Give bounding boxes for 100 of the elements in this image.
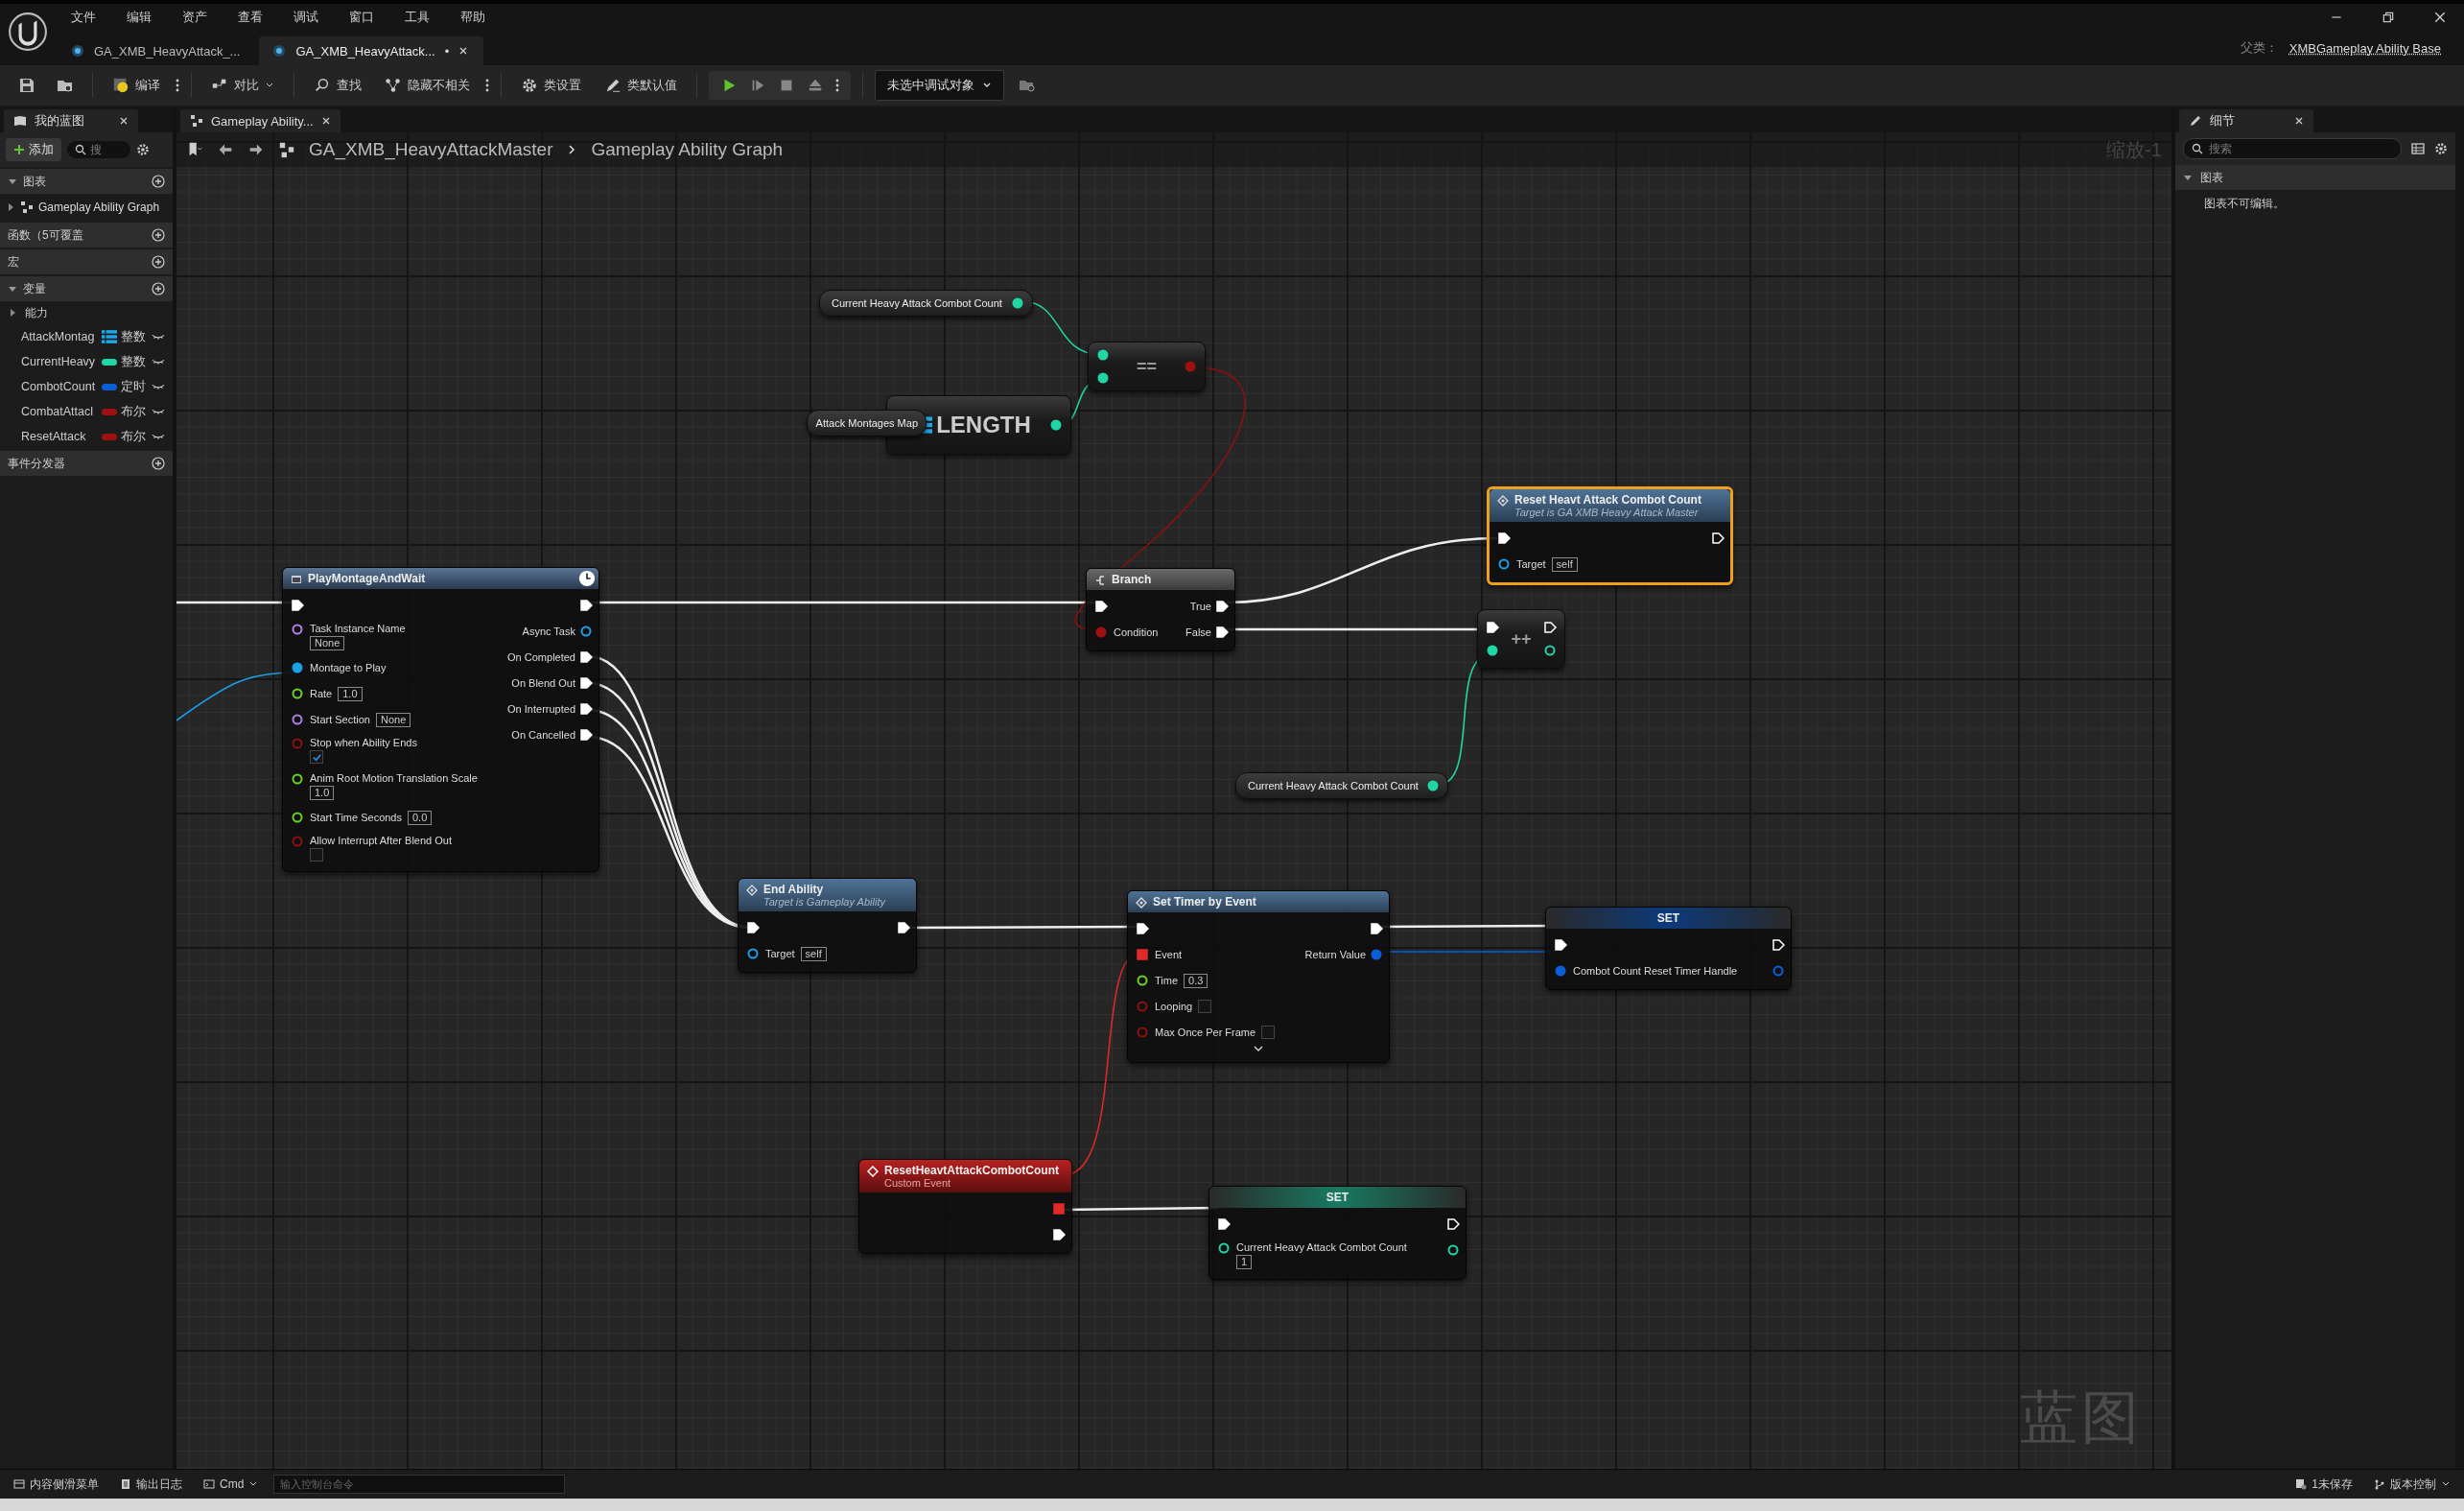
exec-pin[interactable] — [1543, 621, 1557, 634]
add-icon[interactable] — [152, 255, 165, 269]
default-value-field[interactable]: 0.0 — [408, 810, 433, 825]
exec-pin[interactable] — [579, 599, 593, 612]
more-options-icon[interactable] — [835, 78, 839, 93]
exec-pin[interactable] — [1215, 626, 1229, 639]
content-drawer-button[interactable]: 内容侧滑菜单 — [8, 1474, 105, 1495]
closed-eye-icon[interactable] — [152, 432, 165, 441]
menu-item[interactable]: 资产 — [169, 9, 221, 26]
variable-name[interactable]: AttackMontag — [21, 330, 98, 343]
default-value-field[interactable]: None — [376, 712, 411, 727]
default-value-field[interactable]: 1.0 — [310, 786, 335, 800]
exec-pin[interactable] — [746, 921, 760, 934]
checkbox[interactable] — [310, 750, 323, 764]
graph-node[interactable]: ResetHeavtAttackCombotCount Custom Event — [858, 1159, 1072, 1254]
data-pin[interactable] — [1096, 371, 1110, 385]
add-icon[interactable] — [152, 228, 165, 242]
exec-pin[interactable] — [1486, 621, 1499, 634]
exec-pin[interactable] — [1052, 1228, 1066, 1241]
engine-logo-icon[interactable] — [8, 12, 48, 52]
parent-class-link[interactable]: XMBGameplay Ability Base — [2288, 40, 2441, 56]
data-pin[interactable] — [1426, 779, 1440, 792]
default-value-field[interactable]: self — [800, 946, 827, 961]
exec-pin[interactable] — [1136, 922, 1149, 935]
exec-pin[interactable] — [1446, 1217, 1460, 1231]
menu-item[interactable]: 工具 — [391, 9, 443, 26]
add-icon[interactable] — [152, 282, 165, 295]
graph-list-item[interactable]: Gameplay Ability Graph — [0, 194, 173, 221]
operator-node[interactable]: ++ — [1477, 609, 1565, 669]
delegate-pin[interactable] — [1136, 948, 1149, 961]
expanded-arrow-icon[interactable] — [8, 177, 17, 186]
document-tab[interactable]: GA_XMB_HeavyAttack_... — [58, 36, 256, 65]
class-settings-button[interactable]: 类设置 — [513, 73, 589, 98]
exec-pin[interactable] — [579, 676, 593, 690]
exec-pin[interactable] — [1217, 1217, 1231, 1231]
graph-node[interactable]: Reset Heavt Attack Combot Count Target is GA XMB Heavy Attack Master Target self — [1487, 486, 1733, 585]
variable-node[interactable]: Attack Montages Map — [807, 410, 927, 437]
expand-chevron-icon[interactable] — [1253, 1045, 1264, 1052]
menu-item[interactable]: 窗口 — [336, 9, 387, 26]
search-input[interactable]: 搜 — [90, 143, 123, 156]
graph-node[interactable]: SET Combot Count Reset Timer Handle — [1545, 907, 1792, 990]
hide-unrelated-button[interactable]: 隐藏不相关 — [377, 73, 478, 98]
details-tab[interactable]: 细节 — [2179, 109, 2313, 132]
my-blueprint-tab[interactable]: 我的蓝图 — [4, 109, 138, 132]
settings-icon[interactable] — [136, 143, 150, 156]
graph-node[interactable] — [282, 567, 599, 872]
restore-icon[interactable] — [2382, 11, 2395, 24]
exec-pin[interactable] — [1370, 922, 1383, 935]
close-icon[interactable] — [2294, 116, 2304, 126]
section-header[interactable]: 变量 — [0, 276, 173, 301]
closed-eye-icon[interactable] — [152, 382, 165, 391]
closed-eye-icon[interactable] — [152, 332, 165, 342]
data-pin[interactable] — [1136, 974, 1149, 987]
search-field[interactable]: 搜 — [67, 141, 130, 158]
data-pin[interactable] — [291, 687, 304, 700]
add-icon[interactable] — [152, 175, 165, 188]
more-options-icon[interactable] — [485, 78, 489, 93]
debug-target-dropdown[interactable]: 未选中调试对象 — [875, 70, 1004, 101]
compile-button[interactable]: 编译 — [105, 73, 168, 98]
exec-pin[interactable] — [291, 599, 304, 612]
data-pin[interactable] — [746, 947, 760, 960]
data-pin[interactable] — [1497, 557, 1511, 571]
default-value-field[interactable]: None — [310, 636, 345, 650]
menu-item[interactable]: 调试 — [280, 9, 332, 26]
breadcrumb-item[interactable]: Gameplay Ability Graph — [591, 139, 784, 160]
exec-pin[interactable] — [1215, 600, 1229, 613]
graph-node[interactable]: End Ability Target is Gameplay Ability Target self — [738, 878, 917, 973]
exec-pin[interactable] — [1554, 938, 1567, 952]
checkbox[interactable] — [1261, 1026, 1276, 1039]
exec-pin[interactable] — [579, 728, 593, 742]
default-value-field[interactable]: self — [1551, 556, 1578, 572]
data-pin[interactable] — [291, 811, 304, 824]
default-value-field[interactable]: 1 — [1236, 1255, 1253, 1269]
graph-node[interactable]: SET Current Heavy Attack Combot Count 1 — [1209, 1186, 1467, 1280]
variable-name[interactable]: CombatAttacl — [21, 405, 98, 418]
exec-pin[interactable] — [1094, 600, 1108, 613]
variable-name[interactable]: CombotCount — [21, 380, 98, 393]
default-value-field[interactable]: 0.3 — [1184, 973, 1209, 988]
close-icon[interactable] — [458, 46, 469, 56]
closed-eye-icon[interactable] — [152, 407, 165, 416]
more-options-icon[interactable] — [176, 78, 179, 93]
expanded-arrow-icon[interactable] — [8, 284, 17, 294]
variable-node[interactable]: Current Heavy Attack Combot Count — [819, 290, 1033, 317]
output-log-button[interactable]: 输出日志 — [114, 1474, 188, 1495]
diff-button[interactable]: 对比 — [203, 73, 282, 98]
graph-node[interactable]: Set Timer by Event Event Time 0.3 Looping Max Once Per Frame Return Value — [1127, 890, 1390, 1063]
class-defaults-button[interactable]: 类默认值 — [597, 73, 685, 98]
data-pin[interactable] — [1049, 418, 1063, 432]
unsaved-button[interactable]: 1未保存 — [2289, 1474, 2358, 1495]
collapsed-arrow-icon[interactable] — [8, 308, 17, 318]
document-tab[interactable]: GA_XMB_HeavyAttack... • — [259, 36, 484, 65]
close-icon[interactable] — [2433, 11, 2447, 24]
checkbox[interactable] — [1198, 1000, 1212, 1013]
section-header[interactable]: 宏 — [0, 249, 173, 274]
section-header[interactable]: 图表 — [0, 169, 173, 194]
menu-item[interactable]: 编辑 — [113, 9, 165, 26]
settings-icon[interactable] — [2434, 142, 2448, 155]
graph-node[interactable]: Branch Condition True False — [1086, 568, 1235, 651]
add-icon[interactable] — [152, 457, 165, 470]
graph-tab[interactable]: Gameplay Ability... — [180, 109, 340, 132]
